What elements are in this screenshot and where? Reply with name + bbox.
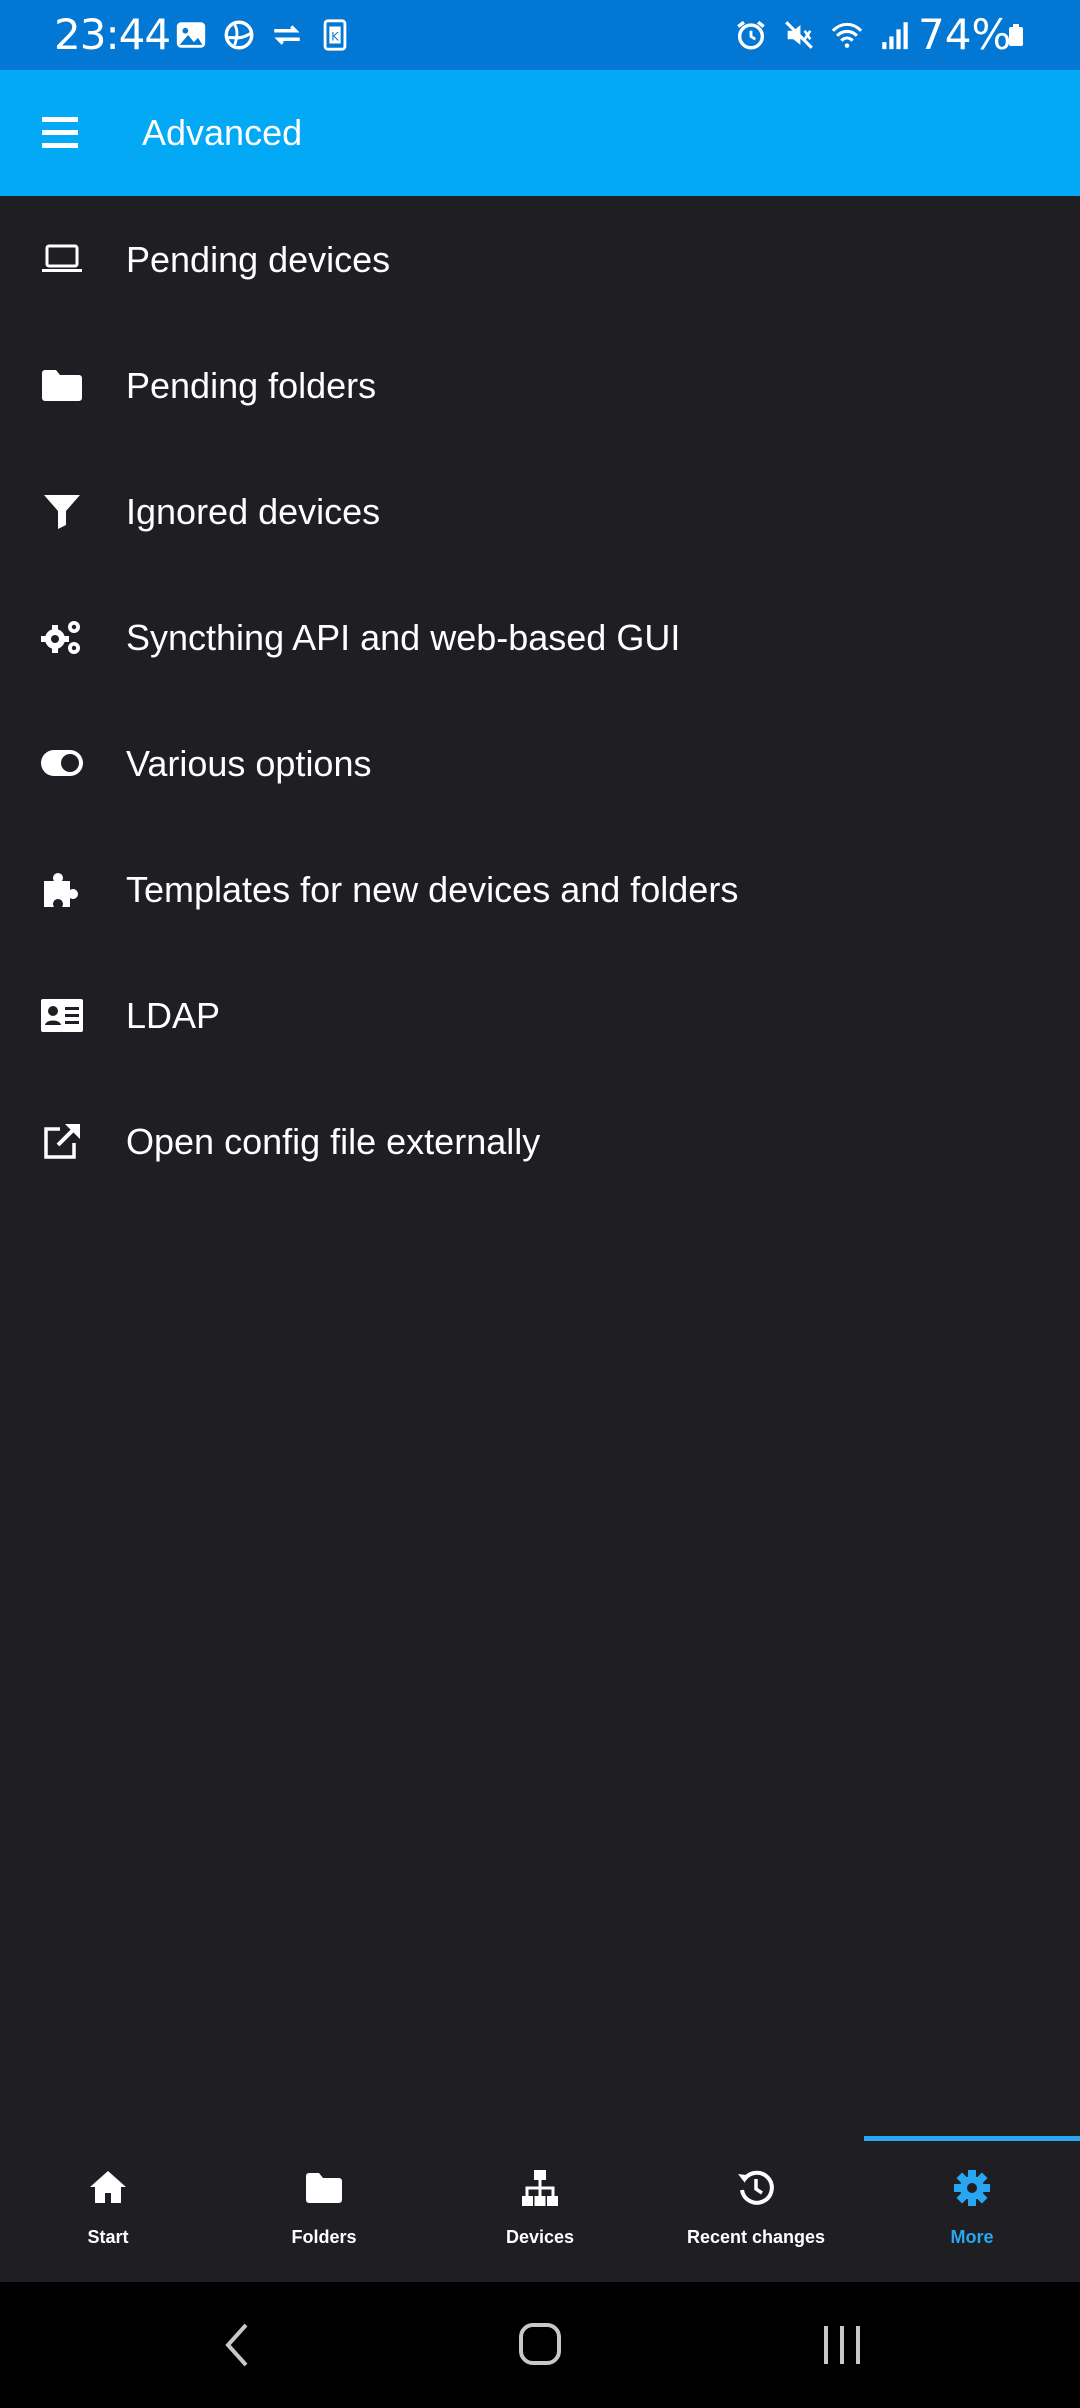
recents-icon[interactable]	[812, 2320, 872, 2370]
menu-item-label: Syncthing API and web-based GUI	[126, 617, 681, 658]
menu-item-syncthing-api[interactable]: Syncthing API and web-based GUI	[0, 574, 1080, 700]
toggle-icon	[41, 750, 83, 776]
svg-text:K: K	[331, 30, 339, 44]
hamburger-menu-icon[interactable]	[40, 114, 84, 152]
tab-folders[interactable]: Folders	[216, 2136, 432, 2282]
battery-icon	[1009, 24, 1023, 46]
menu-item-label: Various options	[126, 743, 372, 784]
tab-label: Devices	[505, 2227, 575, 2247]
folder-icon	[306, 2173, 342, 2203]
tab-label: More	[950, 2227, 994, 2247]
alarm-icon	[737, 20, 765, 50]
external-link-icon	[44, 1124, 80, 1159]
sim-icon: K	[323, 19, 347, 51]
menu-item-label: Pending devices	[126, 239, 391, 280]
sync-arrows-icon	[274, 25, 300, 45]
menu-item-various-options[interactable]: Various options	[0, 700, 1080, 826]
menu-item-label: LDAP	[126, 995, 221, 1036]
page-title: Advanced	[142, 112, 303, 153]
menu-item-label: Templates for new devices and folders	[126, 869, 739, 910]
home-circle-icon[interactable]	[510, 2320, 570, 2370]
active-tab-indicator	[864, 2136, 1080, 2141]
network-icon	[522, 2170, 558, 2206]
tab-recent-changes[interactable]: Recent changes	[648, 2136, 864, 2282]
tab-start[interactable]: Start	[0, 2136, 216, 2282]
app-bar: Advanced	[0, 70, 1080, 196]
back-icon[interactable]	[208, 2320, 268, 2370]
image-icon	[176, 22, 206, 48]
menu-item-ldap[interactable]: LDAP	[0, 952, 1080, 1078]
mute-icon	[785, 21, 813, 49]
advanced-menu-list: Pending devices Pending folders Ignored …	[0, 196, 1080, 1204]
system-navigation-bar	[0, 2282, 1080, 2408]
home-icon	[90, 2171, 126, 2203]
bottom-navigation: Start Folders Devices Recent changes Mor…	[0, 2136, 1080, 2282]
battery-percentage: 74%	[918, 10, 1012, 59]
menu-item-pending-folders[interactable]: Pending folders	[0, 322, 1080, 448]
menu-item-label: Ignored devices	[126, 491, 381, 532]
history-icon	[738, 2170, 774, 2205]
gears-icon	[41, 621, 80, 654]
laptop-icon	[42, 244, 82, 272]
folder-icon	[42, 370, 82, 401]
tab-label: Start	[87, 2227, 129, 2247]
status-bar: 23:44 K 74%	[0, 0, 1080, 70]
menu-item-templates[interactable]: Templates for new devices and folders	[0, 826, 1080, 952]
puzzle-icon	[44, 873, 78, 907]
menu-item-label: Pending folders	[126, 365, 377, 406]
menu-item-ignored-devices[interactable]: Ignored devices	[0, 448, 1080, 574]
wifi-icon	[831, 22, 863, 48]
tab-more[interactable]: More	[864, 2136, 1080, 2282]
status-time: 23:44	[54, 10, 171, 59]
menu-item-label: Open config file externally	[126, 1121, 541, 1162]
tab-label: Recent changes	[686, 2227, 826, 2247]
tab-devices[interactable]: Devices	[432, 2136, 648, 2282]
menu-item-pending-devices[interactable]: Pending devices	[0, 196, 1080, 322]
menu-item-open-config[interactable]: Open config file externally	[0, 1078, 1080, 1204]
id-card-icon	[41, 999, 83, 1032]
gear-icon	[954, 2170, 990, 2206]
signal-icon	[882, 22, 908, 50]
vpn-icon	[224, 20, 254, 50]
filter-icon	[44, 495, 80, 529]
tab-label: Folders	[291, 2227, 357, 2247]
